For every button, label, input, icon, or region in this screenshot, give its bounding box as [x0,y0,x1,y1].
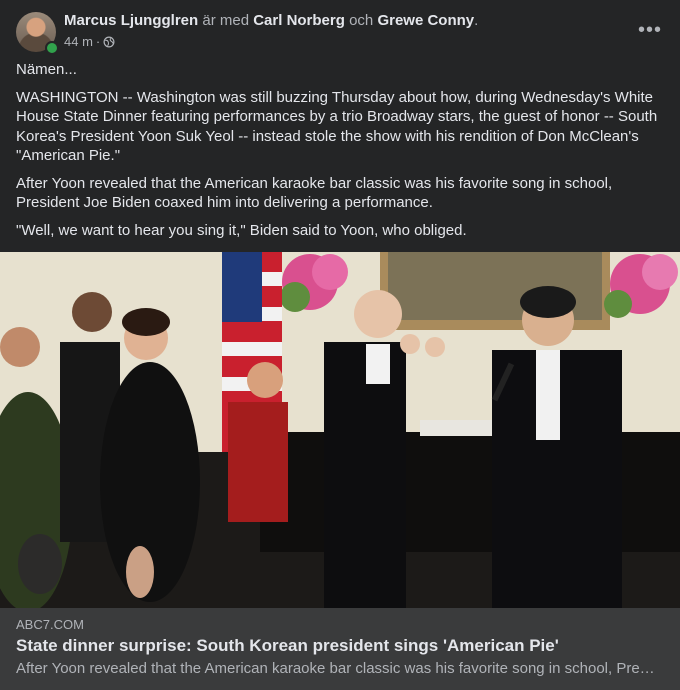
post-header: Marcus Ljungglren är med Carl Norberg oc… [16,12,664,55]
period: . [474,12,479,29]
globe-icon[interactable] [103,36,115,48]
link-preview-image[interactable] [0,252,680,608]
tagged-user-link-2[interactable]: Grewe Conny [377,12,474,29]
meta-separator: · [95,34,101,49]
post-timestamp-link[interactable]: 44 m [64,34,93,49]
author-name-link[interactable]: Marcus Ljungglren [64,12,198,29]
post-paragraph: "Well, we want to hear you sing it," Bid… [16,221,467,239]
post-paragraph: Nämen... [16,61,77,78]
tagged-user-link-1[interactable]: Carl Norberg [253,12,345,29]
post-meta: 44 m · [64,34,115,49]
with-text: är med [202,12,250,29]
post-paragraph: After Yoon revealed that the American ka… [16,174,613,212]
and-text: och [349,12,374,29]
link-title[interactable]: State dinner surprise: South Korean pres… [16,636,559,656]
online-status-indicator [45,41,59,55]
link-preview[interactable]: ABC7.COM State dinner surprise: South Ko… [0,608,680,690]
link-description: After Yoon revealed that the American ka… [16,660,656,677]
link-domain: ABC7.COM [16,617,84,632]
author-line: Marcus Ljungglren är med Carl Norberg oc… [64,12,478,30]
feed-post: Marcus Ljungglren är med Carl Norberg oc… [0,0,680,690]
post-paragraph: WASHINGTON -- Washington was still buzzi… [16,88,658,165]
photo-illustration [0,252,680,608]
more-options-button[interactable]: ••• [632,16,668,44]
post-text: Nämen... WASHINGTON -- Washington was st… [16,60,664,248]
